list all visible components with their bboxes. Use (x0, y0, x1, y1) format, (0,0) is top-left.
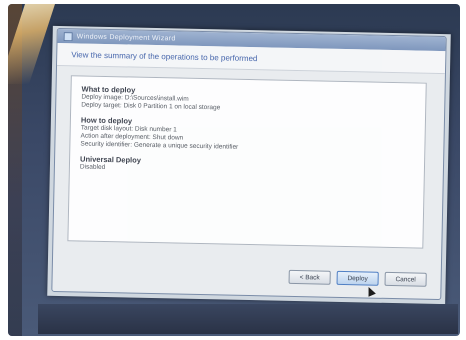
cancel-button[interactable]: Cancel (384, 271, 427, 287)
monitor-screen: Windows Deployment Wizard View the summa… (47, 25, 451, 305)
monitor-bezel-bottom (38, 304, 458, 334)
wizard-buttons: < Back Deploy Cancel (288, 269, 427, 287)
summary-section-how: How to deploy Target disk layout: Disk n… (80, 115, 415, 155)
wizard-window: Windows Deployment Wizard View the summa… (51, 27, 447, 301)
photo-frame: Windows Deployment Wizard View the summa… (8, 4, 460, 336)
summary-panel[interactable]: What to deploy Deploy image: D:\Sources\… (67, 75, 427, 249)
deploy-button[interactable]: Deploy (336, 270, 379, 286)
summary-section-what: What to deploy Deploy image: D:\Sources\… (81, 84, 415, 116)
window-title: Windows Deployment Wizard (76, 32, 176, 42)
summary-section-universal: Universal Deploy Disabled (80, 154, 414, 178)
app-icon (63, 31, 73, 41)
page-instruction: View the summary of the operations to be… (71, 49, 258, 63)
back-button[interactable]: < Back (288, 269, 331, 285)
mouse-cursor-icon (364, 285, 376, 297)
